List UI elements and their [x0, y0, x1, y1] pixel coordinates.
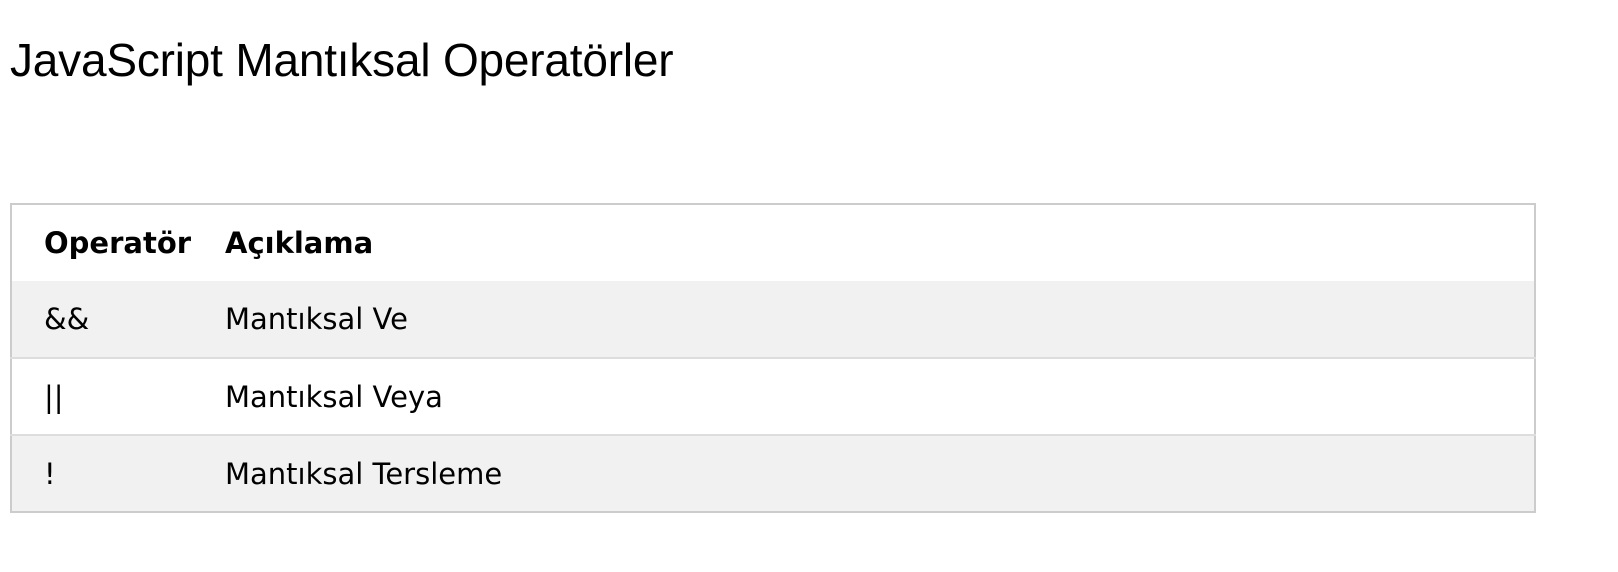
- table-body: && Mantıksal Ve || Mantıksal Veya ! Mant…: [11, 281, 1535, 512]
- operator-cell: !: [44, 456, 56, 491]
- column-header-operator: Operatör: [44, 226, 192, 260]
- operator-cell: &&: [44, 302, 90, 336]
- operator-cell: ||: [44, 379, 64, 414]
- description-cell: Mantıksal Veya: [225, 379, 443, 414]
- table-header: Operatör Açıklama: [11, 204, 1535, 281]
- operators-table: Operatör Açıklama && Mantıksal Ve || Man…: [10, 203, 1536, 513]
- description-cell: Mantıksal Ve: [225, 302, 408, 336]
- page-title: JavaScript Mantıksal Operatörler: [10, 34, 674, 86]
- column-header-description: Açıklama: [225, 226, 374, 260]
- table-row: ! Mantıksal Tersleme: [11, 435, 1535, 512]
- table-row: && Mantıksal Ve: [11, 281, 1535, 358]
- table-header-row: Operatör Açıklama: [11, 204, 1535, 281]
- table-row: || Mantıksal Veya: [11, 358, 1535, 435]
- description-cell: Mantıksal Tersleme: [225, 456, 503, 491]
